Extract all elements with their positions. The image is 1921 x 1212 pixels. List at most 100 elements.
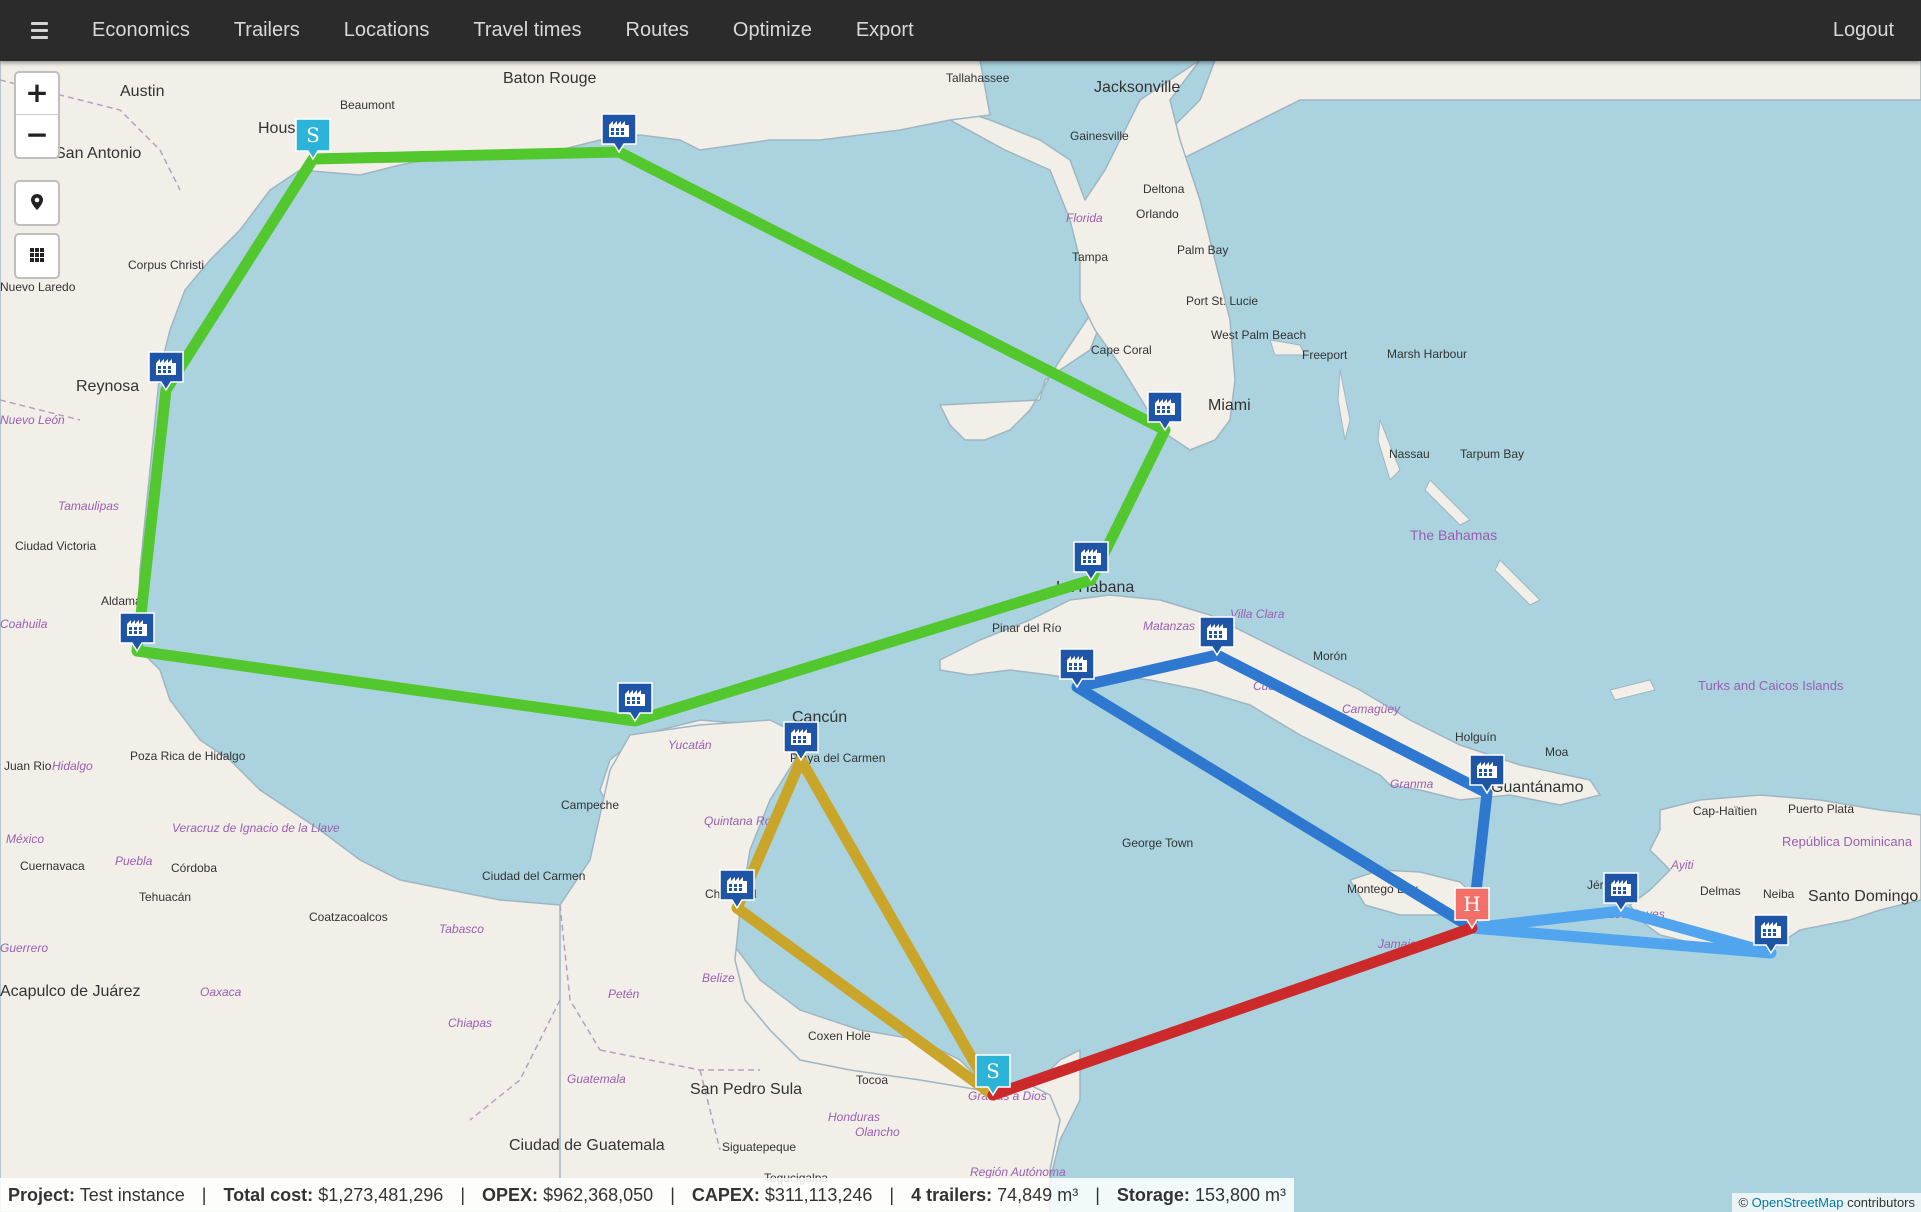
source-letter: S — [986, 1059, 1000, 1083]
label-nuevo-leon: Nuevo León — [0, 413, 65, 427]
nav-item-routes[interactable]: Routes — [604, 0, 711, 61]
source-letter: S — [306, 123, 320, 147]
capex-label: CAPEX: — [691, 1185, 760, 1205]
top-navbar: Economics Trailers Locations Travel time… — [0, 0, 1921, 61]
nav-item-optimize[interactable]: Optimize — [711, 0, 834, 61]
nav-item-locations[interactable]: Locations — [322, 0, 452, 61]
label-republica-dominicana: República Dominicana — [1782, 834, 1913, 849]
label-freeport: Freeport — [1302, 348, 1348, 362]
grid-icon — [30, 248, 44, 262]
label-pinar-del-rio: Pinar del Río — [992, 621, 1062, 635]
label-aldama: Aldama — [101, 594, 142, 608]
trailers-label: 4 trailers: — [911, 1185, 993, 1205]
nav-item-trailers[interactable]: Trailers — [212, 0, 322, 61]
label-florida: Florida — [1066, 211, 1103, 225]
label-bahamas: The Bahamas — [1410, 527, 1497, 543]
location-pin-icon — [31, 194, 43, 210]
label-moa: Moa — [1545, 745, 1569, 759]
opex-label: OPEX: — [482, 1185, 539, 1205]
label-moron: Morón — [1313, 649, 1347, 663]
label-hidalgo: Hidalgo — [52, 759, 93, 773]
label-reynosa: Reynosa — [76, 378, 139, 395]
label-poza-rica: Poza Rica de Hidalgo — [130, 749, 246, 763]
map-attribution: © OpenStreetMap contributors — [1732, 1193, 1921, 1212]
hub-letter: H — [1463, 892, 1480, 916]
opex-value: $962,368,050 — [543, 1185, 654, 1205]
label-corpus-christi: Corpus Christi — [128, 258, 204, 272]
attribution-prefix: © — [1738, 1195, 1749, 1210]
label-san-antonio: San Antonio — [55, 145, 141, 162]
label-coahuila: Coahuila — [0, 617, 48, 631]
label-puebla: Puebla — [115, 854, 153, 868]
label-guantanamo: Guantánamo — [1491, 779, 1584, 796]
label-deltona: Deltona — [1143, 182, 1185, 196]
label-olancho: Olancho — [855, 1125, 900, 1139]
zoom-in-button[interactable]: + — [16, 73, 58, 115]
label-tehuacan: Tehuacán — [139, 890, 191, 904]
label-tocoa: Tocoa — [856, 1073, 888, 1087]
label-port-st-lucie: Port St. Lucie — [1186, 294, 1258, 308]
nav-item-export[interactable]: Export — [834, 0, 936, 61]
label-holguin: Holguín — [1455, 730, 1496, 744]
grid-view-button[interactable] — [14, 233, 60, 279]
label-coatzacoalcos: Coatzacoalcos — [309, 910, 388, 924]
label-matanzas: Matanzas — [1143, 619, 1195, 633]
nav-menu: Economics Trailers Locations Travel time… — [70, 0, 936, 61]
add-location-button[interactable] — [14, 180, 60, 226]
label-granma: Granma — [1390, 777, 1434, 791]
label-cape-coral: Cape Coral — [1091, 343, 1152, 357]
total-cost-label: Total cost: — [223, 1185, 314, 1205]
openstreetmap-link[interactable]: OpenStreetMap — [1752, 1195, 1844, 1210]
label-mexico: México — [6, 832, 44, 846]
label-delmas: Delmas — [1700, 884, 1741, 898]
map-canvas[interactable]: Austin Baton Rouge Beaumont Houston San … — [0, 0, 1921, 1212]
label-oaxaca: Oaxaca — [200, 985, 242, 999]
zoom-control: + − — [14, 71, 60, 159]
logout-link[interactable]: Logout — [1833, 0, 1894, 61]
label-austin: Austin — [120, 83, 164, 100]
label-san-pedro-sula: San Pedro Sula — [690, 1081, 802, 1098]
capex-value: $311,113,246 — [764, 1185, 873, 1205]
label-gainesville: Gainesville — [1070, 129, 1129, 143]
label-cuernavaca: Cuernavaca — [20, 859, 85, 873]
label-ayiti: Ayiti — [1670, 858, 1694, 872]
label-neiba: Neiba — [1763, 887, 1795, 901]
label-acapulco: Acapulco de Juárez — [0, 983, 141, 1000]
label-peten: Petén — [608, 987, 640, 1001]
label-puerto-plata: Puerto Plata — [1788, 802, 1854, 816]
storage-label: Storage: — [1116, 1185, 1190, 1205]
label-guerrero: Guerrero — [0, 941, 48, 955]
zoom-out-button[interactable]: − — [16, 115, 58, 156]
label-tamaulipas: Tamaulipas — [58, 499, 119, 513]
label-coxen-hole: Coxen Hole — [808, 1029, 871, 1043]
label-honduras: Honduras — [828, 1110, 880, 1124]
label-tarpum-bay: Tarpum Bay — [1460, 447, 1524, 461]
project-value: Test instance — [79, 1185, 185, 1205]
label-ciudad-victoria: Ciudad Victoria — [15, 539, 96, 553]
label-tampa: Tampa — [1072, 250, 1108, 264]
nav-item-travel-times[interactable]: Travel times — [451, 0, 603, 61]
label-turks-caicos: Turks and Caicos Islands — [1698, 678, 1844, 693]
label-santo-domingo: Santo Domingo — [1808, 888, 1918, 905]
label-region-autonoma: Región Autónoma — [970, 1165, 1066, 1179]
nav-item-economics[interactable]: Economics — [70, 0, 212, 61]
label-tabasco: Tabasco — [439, 922, 484, 936]
storage-value: 153,800 m³ — [1194, 1185, 1286, 1205]
project-label: Project: — [8, 1185, 76, 1205]
label-west-palm-beach: West Palm Beach — [1211, 328, 1306, 342]
label-tallahassee: Tallahassee — [946, 71, 1010, 85]
label-veracruz: Veracruz de Ignacio de la Llave — [172, 821, 340, 835]
map-view[interactable]: Austin Baton Rouge Beaumont Houston San … — [0, 0, 1921, 1212]
label-guatemala: Guatemala — [567, 1072, 626, 1086]
label-jacksonville: Jacksonville — [1094, 79, 1180, 96]
status-bar: Project: Test instance | Total cost: $1,… — [0, 1178, 1294, 1212]
label-palm-bay: Palm Bay — [1177, 243, 1228, 257]
label-belize: Belize — [702, 971, 735, 985]
label-camaguey: Camagüey — [1342, 702, 1401, 716]
label-beaumont: Beaumont — [340, 98, 395, 112]
label-baton-rouge: Baton Rouge — [503, 70, 597, 87]
hamburger-menu-icon[interactable] — [24, 18, 54, 44]
label-villa-clara: Villa Clara — [1230, 607, 1285, 621]
label-yucatan: Yucatán — [668, 738, 712, 752]
label-juan-rio: Juan Rio — [4, 759, 52, 773]
